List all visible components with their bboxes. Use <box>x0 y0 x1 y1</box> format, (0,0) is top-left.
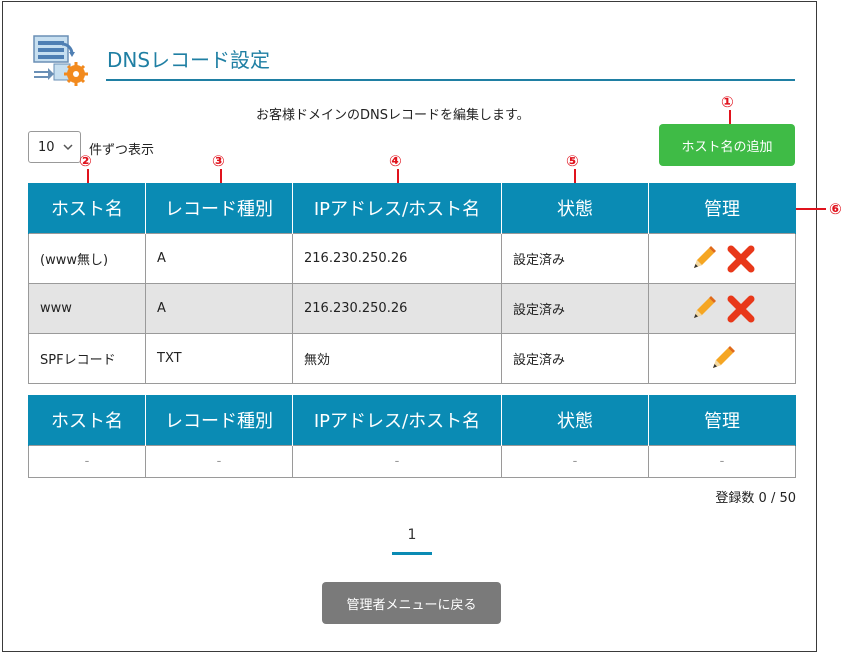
pencil-icon[interactable] <box>707 344 737 374</box>
pencil-icon[interactable] <box>688 294 718 324</box>
dns-records-table: ホスト名 レコード種別 IPアドレス/ホスト名 状態 管理 (www無し) A … <box>28 183 796 384</box>
marker-3-line <box>220 169 222 184</box>
cell-manage <box>648 333 796 384</box>
cell-manage <box>648 283 796 334</box>
delete-cross-icon[interactable] <box>726 244 756 274</box>
cell-empty: - <box>648 445 796 478</box>
page-title: DNSレコード設定 <box>107 48 271 72</box>
marker-3: ③ <box>212 152 225 170</box>
marker-1: ① <box>721 93 734 111</box>
column-header-ip: IPアドレス/ホスト名 <box>292 183 502 234</box>
pagination-active-indicator <box>392 552 432 555</box>
cell-type: A <box>145 233 293 284</box>
column-header-host: ホスト名 <box>28 395 146 446</box>
pencil-icon[interactable] <box>688 244 718 274</box>
delete-cross-icon[interactable] <box>726 294 756 324</box>
table-row: SPFレコード TXT 無効 設定済み <box>28 333 796 384</box>
cell-ip: 216.230.250.26 <box>292 233 502 284</box>
table-row: (www無し) A 216.230.250.26 設定済み <box>28 233 796 284</box>
cell-host: (www無し) <box>28 233 146 284</box>
table-row: www A 216.230.250.26 設定済み <box>28 283 796 334</box>
cell-ip: 216.230.250.26 <box>292 283 502 334</box>
column-header-status: 状態 <box>501 183 649 234</box>
column-header-manage: 管理 <box>648 395 796 446</box>
column-header-manage: 管理 <box>648 183 796 234</box>
column-header-host: ホスト名 <box>28 183 146 234</box>
dns-settings-icon <box>33 35 88 86</box>
table-header-row: ホスト名 レコード種別 IPアドレス/ホスト名 状態 管理 <box>28 183 796 234</box>
marker-5-line <box>574 169 576 184</box>
cell-status: 設定済み <box>501 283 649 334</box>
cell-manage <box>648 233 796 284</box>
table-row-empty: - - - - - <box>28 445 796 478</box>
per-page-value: 10 <box>38 139 55 155</box>
cell-empty: - <box>28 445 146 478</box>
dns-records-empty-table: ホスト名 レコード種別 IPアドレス/ホスト名 状態 管理 - - - - - <box>28 395 796 478</box>
cell-host: www <box>28 283 146 334</box>
marker-2: ② <box>79 152 92 170</box>
column-header-type: レコード種別 <box>145 395 293 446</box>
cell-type: TXT <box>145 333 293 384</box>
marker-4: ④ <box>389 152 402 170</box>
per-page-select[interactable]: 10 <box>28 131 81 163</box>
marker-4-line <box>397 169 399 184</box>
pagination-page-1[interactable]: 1 <box>392 527 432 543</box>
cell-status: 設定済み <box>501 333 649 384</box>
add-host-button[interactable]: ホスト名の追加 <box>659 124 795 166</box>
cell-empty: - <box>501 445 649 478</box>
marker-6: ⑥ <box>829 200 842 218</box>
chevron-down-icon <box>63 144 73 151</box>
cell-host: SPFレコード <box>28 333 146 384</box>
cell-empty: - <box>292 445 502 478</box>
back-to-admin-menu-button[interactable]: 管理者メニューに戻る <box>322 582 501 624</box>
title-divider <box>106 79 795 81</box>
marker-2-line <box>87 169 89 184</box>
record-count: 登録数 0 / 50 <box>715 491 796 506</box>
cell-empty: - <box>145 445 293 478</box>
per-page-label: 件ずつ表示 <box>89 143 155 158</box>
cell-status: 設定済み <box>501 233 649 284</box>
column-header-status: 状態 <box>501 395 649 446</box>
cell-ip: 無効 <box>292 333 502 384</box>
page-description: お客様ドメインのDNSレコードを編集します。 <box>256 108 530 123</box>
marker-1-line <box>729 110 731 124</box>
table-header-row: ホスト名 レコード種別 IPアドレス/ホスト名 状態 管理 <box>28 395 796 446</box>
column-header-ip: IPアドレス/ホスト名 <box>292 395 502 446</box>
marker-5: ⑤ <box>566 152 579 170</box>
cell-type: A <box>145 283 293 334</box>
column-header-type: レコード種別 <box>145 183 293 234</box>
